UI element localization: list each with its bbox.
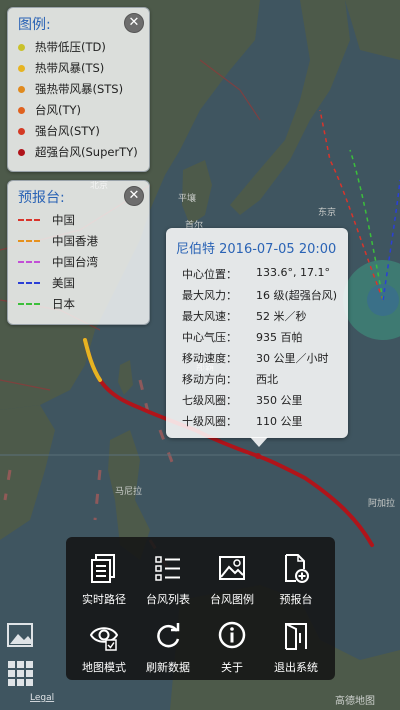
popup-row: 七级风圈： 350 公里 [182, 394, 303, 407]
place-label-tokyo: 东京 [318, 206, 336, 218]
eye-icon [90, 627, 118, 651]
legend-panel: 图例: ✕ 热带低压(TD) 热带风暴(TS) 强热带风暴(STS) 台风(TY… [7, 7, 150, 172]
legend-dot-td [18, 43, 25, 51]
forecast-line-hongkong [18, 240, 40, 242]
legend-item: 超强台风(SuperTY) [18, 142, 138, 162]
forecast-close-button[interactable]: ✕ [124, 186, 144, 206]
menu-label: 预报台 [279, 593, 313, 606]
image-icon [219, 556, 245, 580]
legend-close-button[interactable]: ✕ [124, 13, 144, 33]
refresh-icon [157, 623, 180, 648]
menu-item-exit[interactable]: 退出系统 [264, 613, 328, 675]
map-attribution: 高德地图 [335, 694, 375, 707]
forecast-item: 日本 [18, 294, 75, 314]
menu-grid-button[interactable] [6, 659, 34, 687]
legal-link[interactable]: Legal [30, 693, 54, 703]
menu-label: 台风图例 [210, 593, 254, 606]
popup-row: 中心位置： 133.6°, 17.1° [182, 266, 330, 281]
forecast-panel: 预报台: ✕ 中国 中国香港 中国台湾 美国 日本 [7, 180, 150, 325]
add-document-icon [285, 554, 309, 583]
legend-item: 热带低压(TD) [18, 37, 106, 57]
forecast-line-taiwan [18, 261, 40, 263]
grid-icon [8, 661, 33, 686]
popup-row: 中心气压： 935 百帕 [182, 331, 303, 344]
legend-dot-superty [18, 148, 25, 156]
forecast-item: 美国 [18, 273, 75, 293]
place-label-pyongyang: 平壤 [178, 192, 196, 204]
menu-item-typhoon-legend[interactable]: 台风图例 [200, 545, 264, 607]
menu-label: 实时路径 [82, 593, 126, 606]
popup-row: 最大风速： 52 米／秒 [182, 310, 307, 323]
forecast-line-usa [18, 282, 40, 284]
typhoon-current-position[interactable] [255, 453, 261, 459]
main-menu: 实时路径 台风列表 台风图例 预报台 地图模式 刷新数据 关于 退出系统 [66, 537, 335, 680]
menu-label: 台风列表 [146, 593, 190, 606]
forecast-item: 中国 [18, 210, 75, 230]
forecast-line-japan [18, 303, 40, 305]
legend-title: 图例: [18, 17, 51, 33]
legend-dot-ty [18, 106, 25, 114]
popup-pointer [250, 437, 268, 447]
menu-item-about[interactable]: 关于 [200, 613, 264, 675]
menu-item-typhoon-list[interactable]: 台风列表 [136, 545, 200, 607]
menu-label: 关于 [221, 661, 243, 674]
popup-title: 尼伯特 2016-07-05 20:00 [176, 242, 337, 257]
exit-icon [285, 623, 307, 650]
menu-item-forecast[interactable]: 预报台 [264, 545, 328, 607]
picture-icon [7, 623, 33, 647]
legend-item: 强台风(STY) [18, 121, 100, 141]
forecast-item: 中国香港 [18, 231, 98, 251]
forecast-line-china [18, 219, 40, 221]
menu-item-map-mode[interactable]: 地图模式 [72, 613, 136, 675]
legend-item: 热带风暴(TS) [18, 58, 104, 78]
menu-item-realtime-path[interactable]: 实时路径 [72, 545, 136, 607]
legend-dot-sts [18, 85, 25, 93]
popup-row: 移动速度： 30 公里／小时 [182, 352, 329, 365]
list-icon [155, 556, 180, 581]
legend-item: 台风(TY) [18, 100, 81, 120]
typhoon-info-popup: 尼伯特 2016-07-05 20:00 中心位置： 133.6°, 17.1° … [166, 228, 348, 438]
legend-item: 强热带风暴(STS) [18, 79, 123, 99]
legend-dot-sty [18, 127, 25, 135]
menu-label: 地图模式 [82, 661, 126, 674]
menu-label: 刷新数据 [146, 661, 190, 674]
popup-row: 移动方向： 西北 [182, 373, 278, 386]
place-label-manila: 马尼拉 [115, 485, 142, 497]
info-icon [218, 621, 246, 649]
forecast-item: 中国台湾 [18, 252, 98, 272]
popup-row: 最大风力： 16 级(超强台风) [182, 289, 338, 302]
menu-item-refresh[interactable]: 刷新数据 [136, 613, 200, 675]
map-image-button[interactable] [6, 621, 34, 649]
menu-label: 退出系统 [274, 661, 318, 674]
popup-row: 十级风圈： 110 公里 [182, 415, 303, 428]
realtime-path-icon [91, 554, 115, 583]
place-label-agana: 阿加拉 [368, 497, 395, 509]
forecast-title: 预报台: [18, 190, 65, 206]
legend-dot-ts [18, 64, 25, 72]
